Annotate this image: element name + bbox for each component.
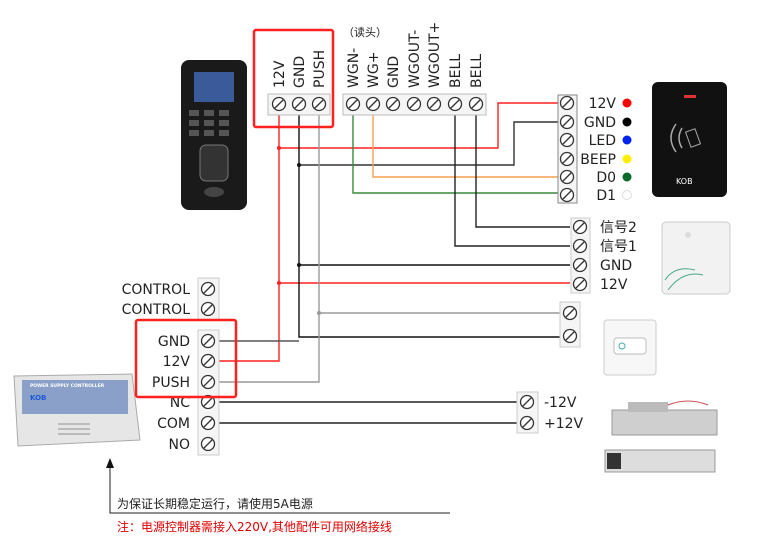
reader-header: （读头）: [343, 25, 387, 39]
wiring-diagram: KOB POWER SUPPLY CONTROLLER KOB 12V GND …: [13, 22, 731, 534]
notes: 为保证长期稳定运行，请使用5A电源 注：电源控制器需接入220V,其他配件可用网…: [106, 458, 450, 534]
doorbell-label-signal1: 信号1: [600, 239, 637, 255]
card-reader-brand: KOB: [676, 177, 693, 186]
reader-label-gnd: GND: [584, 115, 616, 131]
terminal-label-wgout-minus: WGOUT-: [407, 30, 423, 88]
terminal-label-bell: BELL: [448, 54, 464, 88]
power-label-com: COM: [157, 416, 190, 432]
exit-button-image: [603, 319, 657, 376]
color-dot-red: [622, 98, 632, 108]
terminal-label-12v: 12V: [272, 60, 288, 88]
lock-label-plus-12v: +12V: [544, 416, 584, 432]
power-label-push: PUSH: [152, 375, 190, 391]
color-dot-blue: [622, 135, 632, 145]
terminal-label-push: PUSH: [312, 50, 328, 88]
reader-label-beep: BEEP: [580, 152, 616, 168]
wire-gnd: [298, 104, 560, 338]
lock-terminal-block: -12V +12V: [516, 391, 584, 434]
exit-button-terminal-block: [559, 301, 581, 348]
power-label-gnd: GND: [158, 334, 190, 350]
terminal-label-wg-plus: WG+: [366, 52, 382, 88]
fingerprint-terminal-image: [181, 60, 247, 210]
power-supply-brand: KOB: [30, 394, 46, 402]
power-label-12v: 12V: [163, 354, 191, 370]
color-dot-white: [622, 190, 632, 200]
wires: [219, 102, 570, 424]
wire-gnd-reader: [299, 121, 560, 166]
card-reader-terminal-block: 12V GND LED BEEP D0 D1: [557, 94, 632, 204]
card-reader-image: KOB: [652, 82, 727, 197]
reader-label-d1: D1: [596, 188, 616, 204]
wire-bell-1: [454, 104, 570, 247]
reader-label-12v: 12V: [589, 96, 617, 112]
magnetic-lock-image: [604, 449, 716, 473]
power-label-no: NO: [169, 437, 191, 453]
terminal-label-wgout-plus: WGOUT+: [427, 22, 443, 88]
power-supply-image: POWER SUPPLY CONTROLLER KOB: [13, 373, 141, 447]
reader-terminal-block: （读头） WGN- WG+ GND WGOUT- WGOUT+ BELL BEL…: [342, 22, 487, 116]
arrow-up-icon: [106, 458, 114, 468]
color-dot-yellow: [622, 154, 632, 164]
terminal-label-gnd: GND: [292, 56, 308, 88]
reader-label-led: LED: [589, 133, 616, 149]
reader-label-d0: D0: [596, 170, 616, 186]
warning-text: 注：电源控制器需接入220V,其他配件可用网络接线: [117, 519, 392, 534]
tip-text: 为保证长期稳定运行，请使用5A电源: [117, 496, 313, 511]
doorbell-image: [661, 221, 731, 295]
electric-lock-image: [611, 400, 718, 436]
power-label-control: CONTROL: [122, 302, 191, 318]
doorbell-terminal-block: 信号2 信号1 GND 12V: [570, 217, 637, 294]
terminal-label-bell: BELL: [469, 54, 485, 88]
doorbell-label-signal2: 信号2: [600, 220, 637, 236]
doorbell-label-gnd: GND: [600, 258, 632, 274]
controller-terminal-block: 12V GND PUSH: [252, 28, 335, 129]
terminal-label-gnd: GND: [386, 56, 402, 88]
power-label-control: CONTROL: [122, 282, 191, 298]
power-supply-title: POWER SUPPLY CONTROLLER: [30, 383, 105, 389]
color-dot-black: [622, 117, 632, 127]
lock-label-minus-12v: -12V: [544, 395, 577, 411]
wire-12v-power: [219, 283, 280, 362]
terminal-label-wgn: WGN-: [346, 48, 362, 88]
doorbell-label-12v: 12V: [600, 277, 628, 293]
color-dot-green: [622, 172, 632, 182]
